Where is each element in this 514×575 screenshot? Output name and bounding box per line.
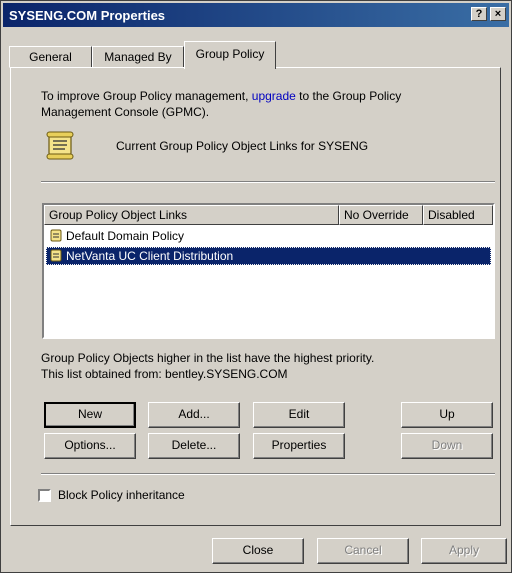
- obtained-from-note: This list obtained from: bentley.SYSENG.…: [41, 367, 288, 381]
- title-bar[interactable]: SYSENG.COM Properties ? ×: [3, 3, 509, 27]
- window-title: SYSENG.COM Properties: [9, 8, 166, 23]
- separator: [41, 181, 495, 183]
- tab-group-policy[interactable]: Group Policy: [184, 41, 276, 69]
- group-policy-scroll-icon: [46, 131, 74, 160]
- gpo-links-list[interactable]: Group Policy Object Links No Override Di…: [42, 203, 495, 339]
- column-header-disabled[interactable]: Disabled: [423, 205, 493, 225]
- properties-dialog: SYSENG.COM Properties ? × General Manage…: [0, 0, 512, 573]
- help-button[interactable]: ?: [471, 7, 487, 21]
- block-inheritance-checkbox[interactable]: [38, 489, 51, 502]
- down-button[interactable]: Down: [401, 433, 493, 459]
- gpo-scroll-icon: [50, 229, 62, 242]
- intro-line-1: To improve Group Policy management, upgr…: [41, 89, 401, 103]
- current-links-label: Current Group Policy Object Links for SY…: [116, 139, 369, 153]
- close-button[interactable]: Close: [212, 538, 304, 564]
- options-button[interactable]: Options...: [44, 433, 136, 459]
- list-item-label: NetVanta UC Client Distribution: [66, 249, 234, 263]
- intro-text: To improve Group Policy management,: [41, 89, 252, 103]
- add-button[interactable]: Add...: [148, 402, 240, 428]
- tab-general[interactable]: General: [9, 46, 92, 68]
- gpo-scroll-icon: [50, 249, 62, 262]
- edit-button[interactable]: Edit: [253, 402, 345, 428]
- properties-button[interactable]: Properties: [253, 433, 345, 459]
- column-header-links[interactable]: Group Policy Object Links: [44, 205, 339, 225]
- intro-text-end: to the Group Policy: [295, 89, 402, 103]
- close-icon[interactable]: ×: [490, 7, 506, 21]
- list-item[interactable]: Default Domain Policy: [46, 227, 491, 245]
- delete-button[interactable]: Delete...: [148, 433, 240, 459]
- intro-line-2: Management Console (GPMC).: [41, 105, 210, 119]
- list-item-selected[interactable]: NetVanta UC Client Distribution: [46, 247, 491, 265]
- list-item-label: Default Domain Policy: [66, 229, 185, 243]
- apply-button[interactable]: Apply: [421, 538, 507, 564]
- cancel-button[interactable]: Cancel: [317, 538, 409, 564]
- column-header-no-override[interactable]: No Override: [339, 205, 423, 225]
- up-button[interactable]: Up: [401, 402, 493, 428]
- priority-note: Group Policy Objects higher in the list …: [41, 351, 375, 365]
- new-button[interactable]: New: [44, 402, 136, 428]
- block-inheritance-label[interactable]: Block Policy inheritance: [58, 488, 185, 502]
- separator: [41, 473, 495, 475]
- tab-managed-by[interactable]: Managed By: [92, 46, 184, 68]
- upgrade-link[interactable]: upgrade: [252, 89, 296, 103]
